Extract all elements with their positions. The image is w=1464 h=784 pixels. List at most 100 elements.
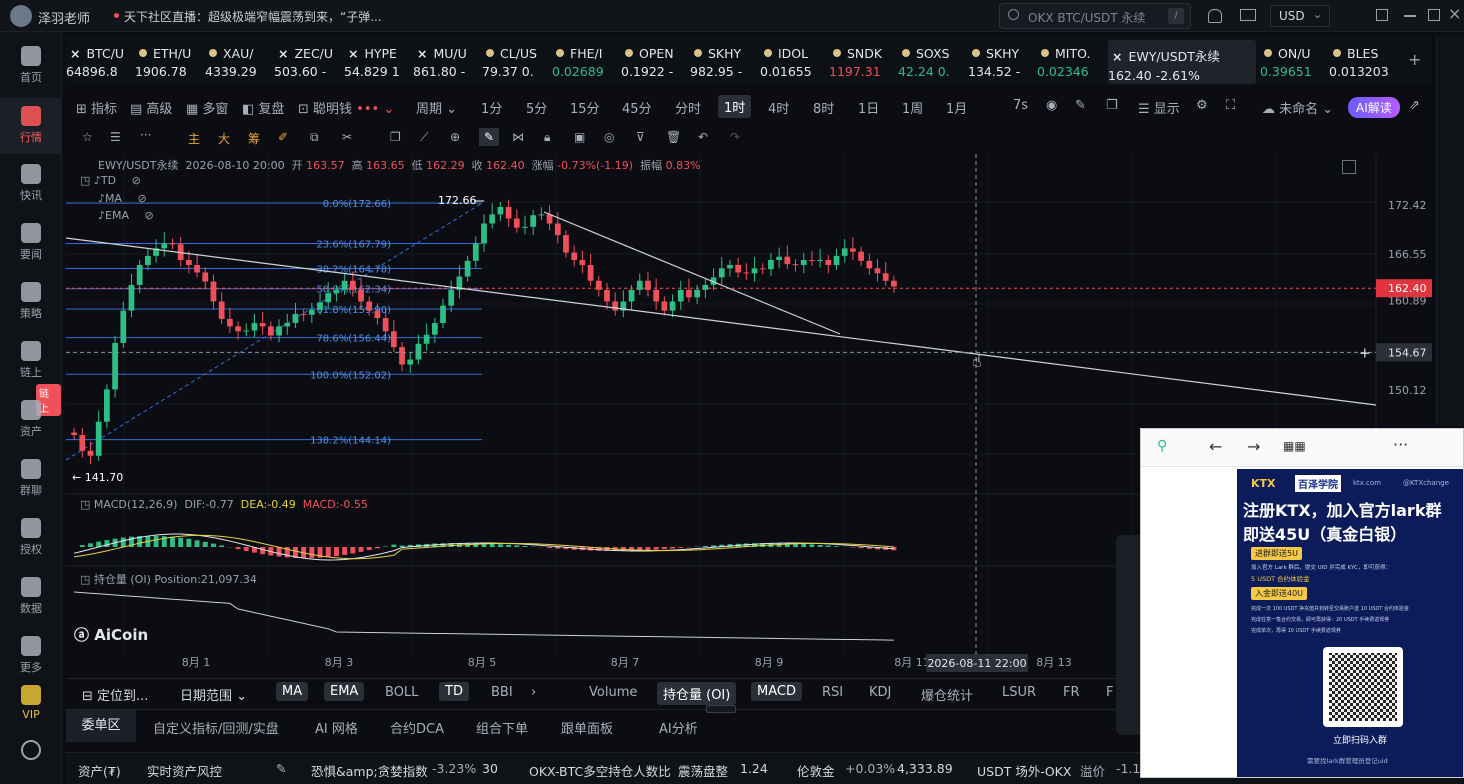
layout-select[interactable]: ☁ 未命名 ⌄ — [1262, 98, 1333, 117]
hide-eye-icon[interactable]: ⊘ — [145, 209, 154, 222]
ind-ema[interactable]: EMA — [324, 682, 365, 701]
tab-ai-grid[interactable]: AI 网格 — [315, 718, 358, 737]
period-5m[interactable]: 5分 — [526, 98, 547, 117]
period-1m[interactable]: 1分 — [481, 98, 502, 117]
gear-icon[interactable]: ⚙ — [1196, 98, 1208, 113]
sidebar-item-vip[interactable]: VIP — [0, 677, 62, 733]
ind-liq[interactable]: 爆仓统计 — [921, 685, 973, 704]
wand-icon[interactable]: ✂ — [342, 130, 352, 144]
restore-icon[interactable] — [1376, 9, 1388, 21]
ind-rsi[interactable]: RSI — [822, 685, 843, 700]
usdt-otc-label[interactable]: USDT 场外-OKX — [977, 761, 1071, 780]
sidebar-item-more[interactable]: 更多 — [0, 628, 62, 684]
browser-popup[interactable]: ⚲ ← → ▦▦ ··· KTX 百泽学院 ktx.com @KTXchange… — [1140, 428, 1464, 778]
period-dropdown[interactable]: 周期 ⌄ — [416, 98, 457, 117]
ticker-item[interactable]: ⨯ ZEC/U 503.60 - — [274, 40, 344, 84]
camera-icon[interactable]: ◉ — [1046, 98, 1057, 113]
ticker-item[interactable]: XAU/4339.29 — [205, 40, 275, 84]
ind-f[interactable]: F — [1106, 685, 1113, 700]
grid-icon[interactable]: ▦▦ — [1283, 439, 1306, 453]
more-icon[interactable]: ··· — [1393, 435, 1408, 454]
sidebar-item-headlines[interactable]: 要闻 — [0, 215, 62, 271]
ind-volume[interactable]: Volume — [589, 685, 637, 700]
sidebar-item-onchain[interactable]: 链上 — [0, 333, 62, 389]
mail-icon[interactable] — [1240, 9, 1256, 21]
ticker-item[interactable]: ON/U 0.39651 — [1260, 40, 1330, 84]
sidebar-item-flash[interactable]: 快讯 — [0, 156, 62, 212]
magnet-icon[interactable]: ⋈ — [512, 130, 524, 144]
advanced-button[interactable]: ▤ 高级 — [130, 98, 172, 117]
period-timeshare[interactable]: 分时 — [675, 98, 701, 117]
expand-icon[interactable] — [1342, 160, 1356, 174]
ind-macd[interactable]: MACD — [751, 682, 802, 701]
chevron-right-icon[interactable]: › — [531, 685, 536, 700]
multi-window-button[interactable]: ▦ 多窗 — [186, 98, 228, 117]
eye-icon[interactable]: ◎ — [604, 130, 614, 144]
risk-label[interactable]: 实时资产风控 — [147, 761, 222, 780]
zoom-icon[interactable]: ⊕ — [450, 130, 460, 144]
sidebar-item-strategy[interactable]: 策略 — [0, 274, 62, 330]
period-1h[interactable]: 1时 — [718, 95, 752, 118]
ai-analysis-button[interactable]: AI解读 — [1348, 97, 1400, 118]
collapse-handle[interactable] — [706, 705, 736, 713]
overlay-ema[interactable]: ♪EMA ⊘ — [98, 209, 154, 222]
copy-icon[interactable]: ❐ — [390, 130, 401, 144]
ticker-item[interactable]: IDOL 0.01655 — [760, 40, 830, 84]
ind-oi[interactable]: 持仓量 (OI) — [657, 682, 737, 705]
pencil-icon[interactable]: ✎ — [1075, 98, 1086, 113]
ruler-icon[interactable]: ⟋ — [420, 130, 428, 145]
ticker-item[interactable]: ⨯ EWY/USDT永续 162.40 -2.61% — [1108, 40, 1256, 84]
period-15m[interactable]: 15分 — [570, 98, 600, 117]
ind-boll[interactable]: BOLL — [385, 685, 418, 700]
ticker-item[interactable]: ⨯ MU/U 861.80 - — [413, 40, 483, 84]
popup-ad[interactable]: KTX 百泽学院 ktx.com @KTXchange 注册KTX，加入官方la… — [1237, 469, 1463, 777]
main-tool[interactable]: 主 — [188, 130, 200, 147]
ind-bbi[interactable]: BBI — [491, 685, 513, 700]
chip-tool[interactable]: 筹 — [248, 130, 260, 147]
ticker-item[interactable]: SKHY 982.95 - — [690, 40, 760, 84]
ticker-item[interactable]: SNDK 1197.31 — [829, 40, 899, 84]
ticker-item[interactable]: SKHY 134.52 - — [968, 40, 1038, 84]
period-8h[interactable]: 8时 — [813, 98, 834, 117]
ticker-item[interactable]: BLES 0.013203 — [1329, 40, 1399, 84]
draw-icon[interactable]: ✐ — [278, 130, 288, 144]
copy-icon[interactable]: ❐ — [1106, 98, 1118, 113]
ind-kdj[interactable]: KDJ — [869, 685, 891, 700]
hide-eye-icon[interactable]: ⊘ — [132, 174, 141, 187]
display-button[interactable]: ☰ 显示 — [1138, 98, 1180, 117]
period-1w[interactable]: 1周 — [902, 98, 923, 117]
sidebar-item-assets[interactable]: 资产 — [0, 392, 62, 448]
ticker-item[interactable]: ⨯ BTC/U 64896.8 — [66, 40, 136, 84]
back-icon[interactable]: ← — [1209, 437, 1222, 456]
settings-gear-icon[interactable] — [21, 740, 41, 760]
long-short-label[interactable]: OKX-BTC多空持仓人数比 — [529, 761, 671, 780]
overlay-ma[interactable]: ♪MA ⊘ — [98, 192, 147, 205]
period-1mo[interactable]: 1月 — [946, 98, 967, 117]
fullscreen-icon[interactable]: ⛶ — [1226, 98, 1235, 113]
layers-icon[interactable]: ⧉ — [310, 130, 319, 145]
qr-code[interactable] — [1323, 647, 1403, 727]
search-input[interactable]: OKX BTC/USDT 永续 / — [999, 3, 1191, 29]
filter-icon[interactable]: ⊽ — [636, 130, 645, 144]
ind-ma[interactable]: MA — [276, 682, 309, 701]
redo-icon[interactable]: ↷ — [730, 130, 740, 144]
lock-icon[interactable]: 🔒︎ — [544, 130, 550, 145]
sidebar-item-market[interactable]: 行情 — [0, 98, 62, 154]
tab-combo-order[interactable]: 组合下单 — [476, 718, 528, 737]
close-icon[interactable]: × — [1448, 4, 1461, 23]
london-gold-label[interactable]: 伦敦金 — [797, 761, 835, 780]
bell-icon[interactable] — [1208, 9, 1222, 23]
list-icon[interactable]: ☰ — [110, 130, 121, 144]
locate-button[interactable]: ⊟ 定位到... — [82, 685, 148, 704]
avatar[interactable] — [10, 5, 32, 27]
big-tool[interactable]: 大 — [218, 130, 230, 147]
sidebar-item-chat[interactable]: 群聊 — [0, 451, 62, 507]
username[interactable]: 泽羽老师 — [38, 8, 90, 27]
ticker-item[interactable]: FHE/I 0.02689 — [552, 40, 622, 84]
tab-orders[interactable]: 委单区 — [66, 710, 136, 742]
ticker-item[interactable]: MITO. 0.02346 — [1037, 40, 1107, 84]
assets-label[interactable]: 资产(₮) — [78, 761, 121, 780]
add-ticker-button[interactable]: + — [1408, 50, 1421, 69]
period-45m[interactable]: 45分 — [622, 98, 652, 117]
tab-ai-analysis[interactable]: AI分析 — [659, 718, 698, 737]
